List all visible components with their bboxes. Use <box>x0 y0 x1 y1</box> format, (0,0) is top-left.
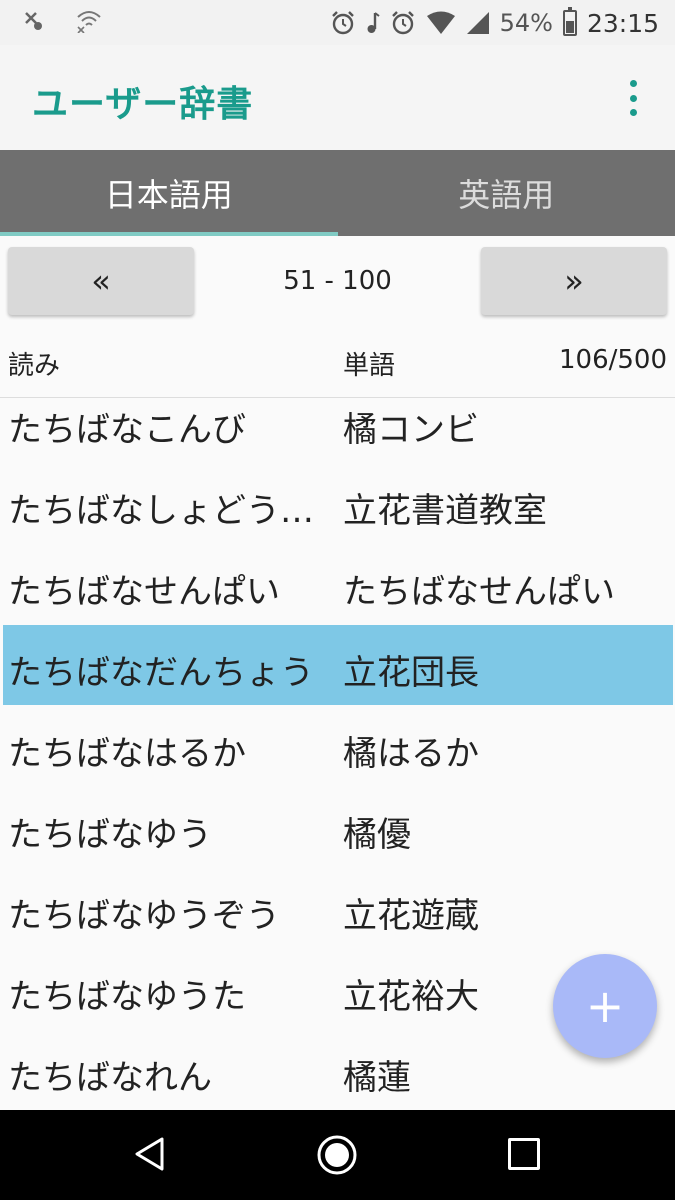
tab-japanese[interactable]: 日本語用 <box>0 150 338 236</box>
word: 橘蓮 <box>343 1058 411 1098</box>
list-item[interactable]: たちばなしょどうきょうしつ 立花書道教室 <box>0 463 675 543</box>
previous-page-button[interactable]: « <box>8 247 194 315</box>
wifi-off-icon <box>76 9 102 33</box>
music-notification-icon <box>22 9 46 33</box>
reading: たちばなはるか <box>8 734 246 774</box>
battery-percent: 54% <box>499 9 553 37</box>
home-icon[interactable] <box>316 1134 358 1176</box>
word: 橘優 <box>343 815 411 855</box>
list-item[interactable]: たちばなゆう 橘優 <box>0 787 675 867</box>
back-icon[interactable] <box>132 1136 168 1176</box>
battery-icon <box>562 7 577 36</box>
word: 立花書道教室 <box>343 491 547 531</box>
list-item[interactable]: たちばなせんぱい たちばなせんぱい <box>0 544 675 624</box>
list-item-selected[interactable]: たちばなだんちょう 立花団長 <box>3 625 673 705</box>
word-column-header: 単語 <box>343 351 396 381</box>
word: 立花裕大 <box>343 977 479 1017</box>
reading: たちばなこんび <box>8 410 246 450</box>
alarm-icon-2 <box>390 10 416 36</box>
pager: « 51 - 100 » <box>0 236 675 331</box>
recent-apps-icon[interactable] <box>508 1138 540 1170</box>
tab-bar: 日本語用 英語用 <box>0 150 675 236</box>
reading: たちばなゆう <box>8 815 212 855</box>
status-bar: 54% 23:15 <box>0 0 675 45</box>
reading: たちばなゆうた <box>8 977 246 1017</box>
word: 立花団長 <box>343 653 479 693</box>
reading: たちばなれん <box>8 1058 212 1098</box>
add-entry-button[interactable]: + <box>553 954 657 1058</box>
overflow-menu-icon[interactable] <box>621 80 645 116</box>
app-title: ユーザー辞書 <box>32 84 254 125</box>
reading: たちばなしょどうきょうしつ <box>8 491 334 531</box>
reading-column-header: 読み <box>8 351 61 381</box>
alarm-icon <box>330 10 356 36</box>
plus-icon: + <box>585 979 625 1033</box>
list-item[interactable]: たちばなこんび 橘コンビ <box>0 382 675 462</box>
next-page-button[interactable]: » <box>481 247 667 315</box>
word: 橘はるか <box>343 734 479 774</box>
wifi-signal-icon <box>426 11 456 35</box>
word: たちばなせんぱい <box>343 572 615 612</box>
music-note-icon <box>366 11 380 35</box>
reading: たちばなだんちょう <box>8 653 314 693</box>
tab-english[interactable]: 英語用 <box>338 150 675 236</box>
word: 橘コンビ <box>343 410 479 450</box>
list-item[interactable]: たちばなはるか 橘はるか <box>0 706 675 786</box>
word: 立花遊蔵 <box>343 896 479 936</box>
cell-signal-icon <box>466 11 490 35</box>
app-bar: ユーザー辞書 <box>0 45 675 150</box>
reading: たちばなせんぱい <box>8 572 280 612</box>
page-range: 51 - 100 <box>283 266 392 296</box>
list-item[interactable]: たちばなゆうぞう 立花遊蔵 <box>0 868 675 948</box>
clock: 23:15 <box>586 8 659 38</box>
entry-count: 106/500 <box>558 345 667 375</box>
system-navigation-bar <box>0 1110 675 1200</box>
reading: たちばなゆうぞう <box>8 896 280 936</box>
